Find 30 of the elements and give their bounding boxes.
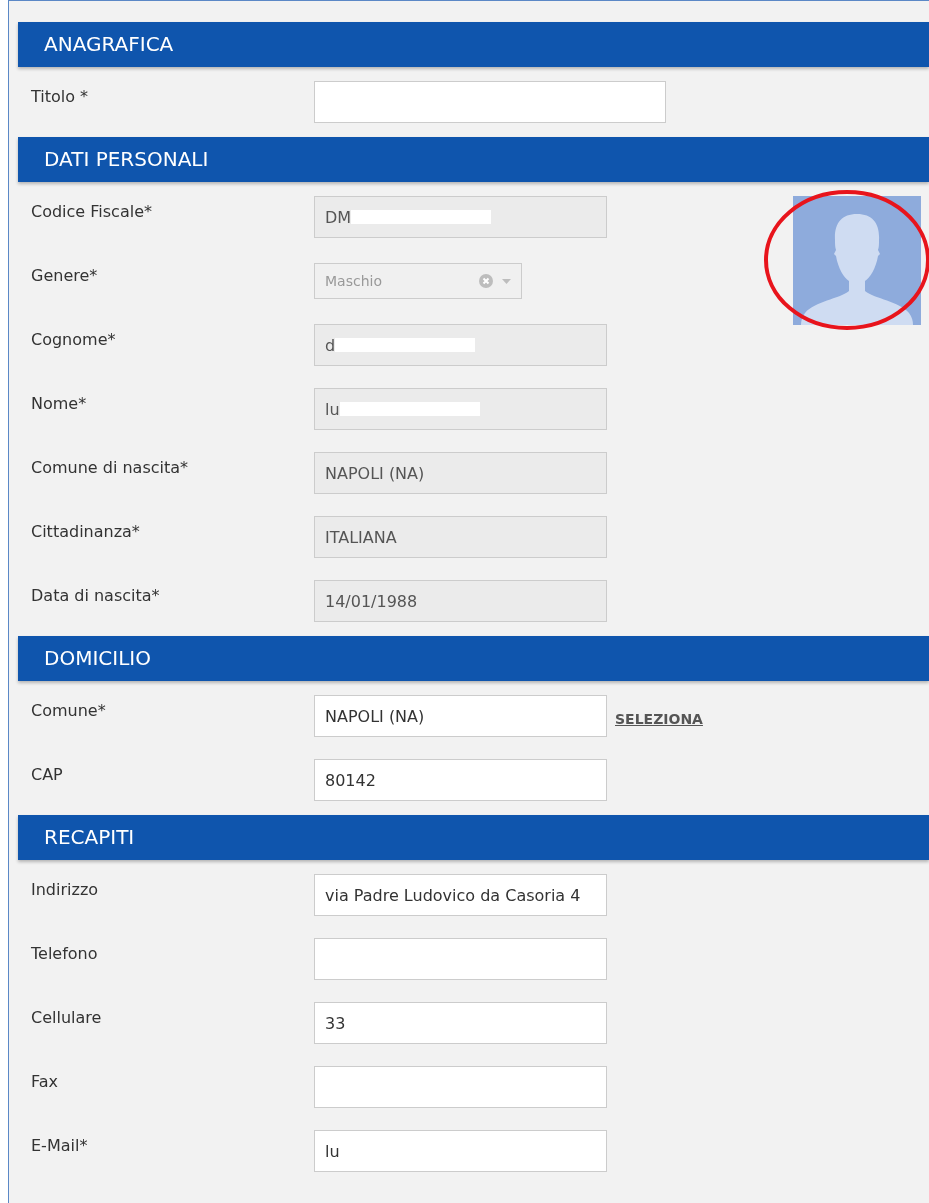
input-field[interactable]: lu [314, 1130, 607, 1172]
field-label: Nome* [30, 393, 88, 413]
field-label: Comune di nascita* [30, 457, 190, 477]
input-field[interactable] [314, 81, 666, 123]
field-label: Comune* [30, 700, 107, 720]
section-header: ANAGRAFICA [18, 22, 929, 67]
field-label: Data di nascita* [30, 585, 161, 605]
field-label: Fax [30, 1071, 59, 1091]
field-label: Cognome* [30, 329, 117, 349]
input-field[interactable]: 80142 [314, 759, 607, 801]
section-header: DATI PERSONALI [18, 137, 929, 182]
field-label: Codice Fiscale* [30, 201, 153, 221]
input-field[interactable]: 33 [314, 1002, 607, 1044]
select-link[interactable]: SELEZIONA [615, 711, 703, 727]
section-header: DOMICILIO [18, 636, 929, 681]
input-field[interactable] [314, 938, 607, 980]
field-label: E-Mail* [30, 1135, 89, 1155]
input-field[interactable] [314, 1066, 607, 1108]
section-header: RECAPITI [18, 815, 929, 860]
field-label: Titolo * [30, 86, 90, 106]
field-label: Cellulare [30, 1007, 103, 1027]
input-field[interactable]: NAPOLI (NA) [314, 695, 607, 737]
field-label: Genere* [30, 265, 99, 285]
caret-icon [502, 279, 511, 284]
field-label: Telefono [30, 943, 99, 963]
field-label: Cittadinanza* [30, 521, 141, 541]
avatar-placeholder-icon [793, 196, 921, 325]
field-label: Indirizzo [30, 879, 100, 899]
input-field[interactable]: via Padre Ludovico da Casoria 4 [314, 874, 607, 916]
field-label: CAP [30, 764, 64, 784]
